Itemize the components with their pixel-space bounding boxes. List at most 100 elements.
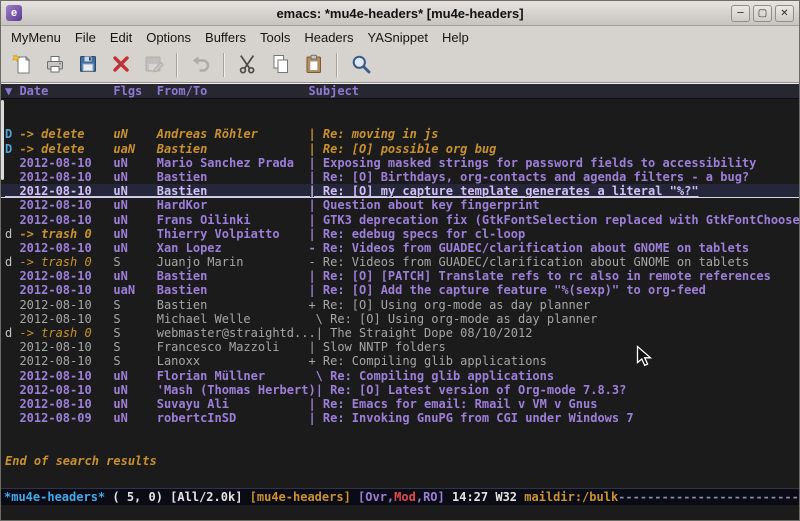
scissors-icon <box>236 52 260 79</box>
msg-mark: D <box>5 142 19 156</box>
msg-date: 2012-08-10 <box>19 369 113 383</box>
message-row[interactable]: 2012-08-10 uN Bastien | Re: [O] Birthday… <box>5 170 799 184</box>
header-col-from-to[interactable]: From/To <box>157 84 309 98</box>
save-button[interactable] <box>72 51 103 80</box>
msg-date: 2012-08-10 <box>19 241 113 255</box>
msg-date: 2012-08-10 <box>19 269 113 283</box>
msg-subject: | Re: moving in js <box>308 127 438 141</box>
write-file-button[interactable] <box>138 51 169 80</box>
msg-mark <box>5 269 19 283</box>
message-row[interactable]: d -> trash 0 S webmaster@straightd...| T… <box>5 326 799 340</box>
msg-date: 2012-08-10 <box>19 156 113 170</box>
msg-flags: uaN <box>113 283 156 297</box>
emacs-window: e emacs: *mu4e-headers* [mu4e-headers] ─… <box>0 0 800 521</box>
minimize-button[interactable]: ─ <box>731 5 750 22</box>
header-line: ▼ Date Flgs From/To Subject <box>1 84 799 99</box>
header-col-date[interactable]: ▼ Date <box>5 84 113 98</box>
message-row[interactable]: 2012-08-10 S Bastien + Re: [O] Using org… <box>5 298 799 312</box>
msg-flags: S <box>113 354 156 368</box>
msg-mark: D <box>5 127 19 141</box>
magnifier-icon <box>349 52 373 79</box>
message-row[interactable]: 2012-08-10 uN Bastien | Re: [O] [PATCH] … <box>5 269 799 283</box>
msg-date: 2012-08-10 <box>19 397 113 411</box>
undo-button[interactable] <box>185 51 216 80</box>
msg-mark <box>5 213 19 227</box>
msg-subject: | Slow NNTP folders <box>308 340 445 354</box>
menu-item-yasnippet[interactable]: YASnippet <box>360 27 434 48</box>
message-row[interactable]: d -> trash 0 uN Thierry Volpiatto | Re: … <box>5 227 799 241</box>
msg-from: Bastien <box>157 184 309 198</box>
menu-item-buffers[interactable]: Buffers <box>198 27 253 48</box>
msg-from: Lanoxx <box>157 354 309 368</box>
msg-from: Francesco Mazzoli <box>157 340 309 354</box>
menu-item-headers[interactable]: Headers <box>297 27 360 48</box>
menu-item-options[interactable]: Options <box>139 27 198 48</box>
menu-item-help[interactable]: Help <box>435 27 476 48</box>
message-row[interactable]: 2012-08-10 uN Frans Oilinki | GTK3 depre… <box>5 213 799 227</box>
floppy-save-icon <box>76 52 100 79</box>
message-row[interactable]: 2012-08-10 uaN Bastien | Re: [O] Add the… <box>5 283 799 297</box>
message-row[interactable]: 2012-08-09 uN robertcInSD | Re: Invoking… <box>5 411 799 425</box>
print-button[interactable] <box>39 51 70 80</box>
msg-flags: uN <box>113 269 156 283</box>
maximize-button[interactable]: ▢ <box>753 5 772 22</box>
msg-from: robertcInSD <box>157 411 309 425</box>
menu-item-mymenu[interactable]: MyMenu <box>4 27 68 48</box>
message-row[interactable]: 2012-08-10 uN Suvayu Ali | Re: Emacs for… <box>5 397 799 411</box>
msg-mark <box>5 184 19 198</box>
modeline-time: 14:27 W32 <box>445 490 524 504</box>
menu-item-edit[interactable]: Edit <box>103 27 139 48</box>
printer-icon <box>43 52 67 79</box>
msg-subject: | Re: [O] [PATCH] Translate refs to rc a… <box>308 269 770 283</box>
msg-subject: | Re: [O] my capture template generates … <box>308 184 698 198</box>
modeline-maildir: maildir:/bulk <box>524 490 618 504</box>
msg-mark <box>5 312 19 326</box>
message-row[interactable]: D -> delete uaN Bastien | Re: [O] possib… <box>5 142 799 156</box>
message-row[interactable]: 2012-08-10 uN Florian Müllner \ Re: Comp… <box>5 369 799 383</box>
cut-button[interactable] <box>232 51 263 80</box>
toolbar-separator <box>176 53 178 77</box>
msg-mark <box>5 283 19 297</box>
msg-flags: uN <box>113 411 156 425</box>
new-file-button[interactable] <box>6 51 37 80</box>
message-row[interactable]: 2012-08-10 S Francesco Mazzoli | Slow NN… <box>5 340 799 354</box>
window-controls: ─ ▢ ✕ <box>731 5 794 22</box>
message-row[interactable]: 2012-08-10 uN Xan Lopez - Re: Videos fro… <box>5 241 799 255</box>
message-row[interactable]: 2012-08-10 uN 'Mash (Thomas Herbert)| Re… <box>5 383 799 397</box>
close-buffer-button[interactable] <box>105 51 136 80</box>
echo-area[interactable] <box>1 505 799 520</box>
modeline-buffer-name: *mu4e-headers* <box>4 490 105 504</box>
message-row[interactable]: d -> trash 0 S Juanjo Marin - Re: Videos… <box>5 255 799 269</box>
msg-subject: | Question about key fingerprint <box>308 198 539 212</box>
search-button[interactable] <box>345 51 376 80</box>
message-row[interactable]: 2012-08-10 S Lanoxx + Re: Compiling glib… <box>5 354 799 368</box>
undo-arrow-icon <box>189 52 213 79</box>
message-row[interactable]: 2012-08-10 uN Mario Sanchez Prada | Expo… <box>5 156 799 170</box>
scrollbar-thumb[interactable] <box>1 100 4 180</box>
paste-button[interactable] <box>298 51 329 80</box>
msg-flags: uaN <box>113 142 156 156</box>
msg-subject: | GTK3 deprecation fix (GtkFontSelection… <box>308 213 799 227</box>
msg-mark <box>5 241 19 255</box>
title-bar: e emacs: *mu4e-headers* [mu4e-headers] ─… <box>1 1 799 26</box>
header-col-subject[interactable]: Subject <box>308 84 359 98</box>
menu-item-file[interactable]: File <box>68 27 103 48</box>
close-button[interactable]: ✕ <box>775 5 794 22</box>
message-row[interactable]: 2012-08-10 uN Bastien | Re: [O] my captu… <box>1 184 799 198</box>
menu-item-tools[interactable]: Tools <box>253 27 297 48</box>
message-row[interactable]: 2012-08-10 uN HardKor | Question about k… <box>5 198 799 212</box>
menu-bar: MyMenuFileEditOptionsBuffersToolsHeaders… <box>1 26 799 48</box>
msg-subject: | The Straight Dope 08/10/2012 <box>316 326 533 340</box>
modeline-major-mode: [mu4e-headers] <box>250 490 351 504</box>
copy-button[interactable] <box>265 51 296 80</box>
msg-flags: uN <box>113 383 156 397</box>
msg-from: Frans Oilinki <box>157 213 309 227</box>
new-file-icon <box>10 52 34 79</box>
msg-subject: | Re: [O] Add the capture feature "%(sex… <box>308 283 705 297</box>
header-col-flgs[interactable]: Flgs <box>113 84 156 98</box>
message-row[interactable]: D -> delete uN Andreas Röhler | Re: movi… <box>5 127 799 141</box>
msg-flags: uN <box>113 170 156 184</box>
msg-from: Andreas Röhler <box>157 127 309 141</box>
msg-date: 2012-08-10 <box>19 184 113 198</box>
message-row[interactable]: 2012-08-10 S Michael Welle \ Re: [O] Usi… <box>5 312 799 326</box>
